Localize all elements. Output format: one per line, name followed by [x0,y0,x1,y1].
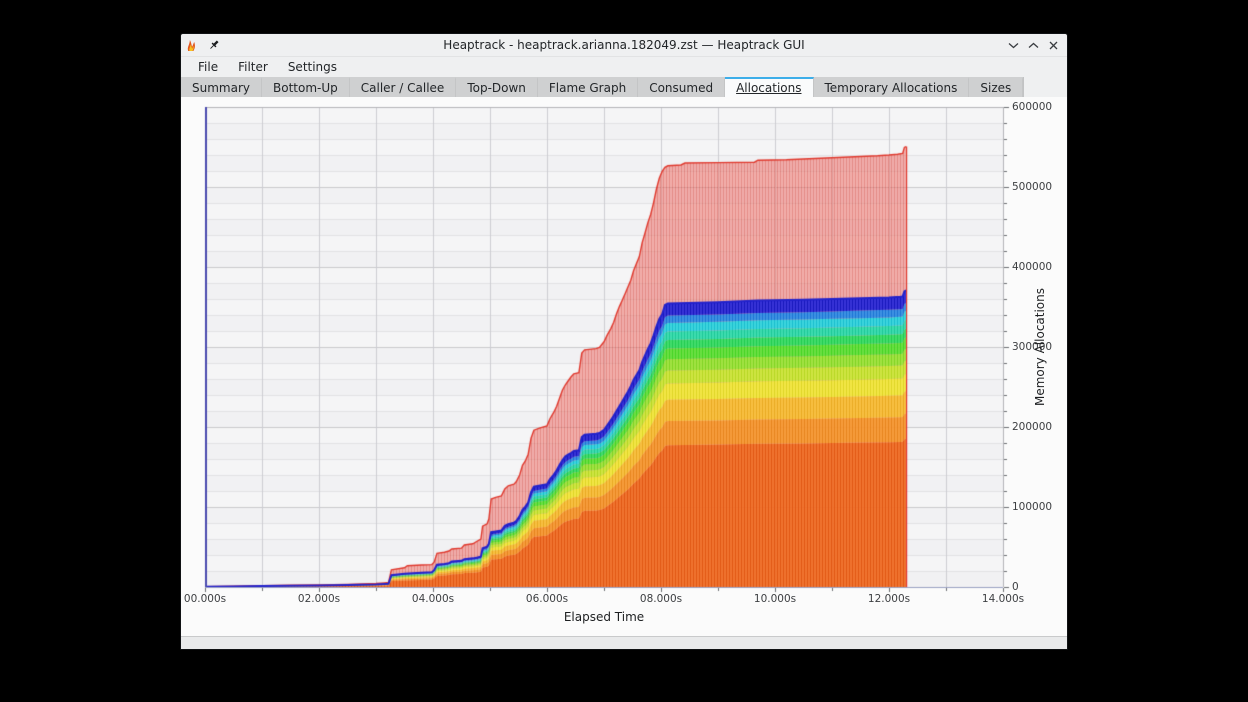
x-tick-label: 06.000s [526,593,568,605]
x-tick-label: 02.000s [298,593,340,605]
y-tick-label: 0 [1012,581,1019,593]
tab-temporary-allocations[interactable]: Temporary Allocations [814,77,970,97]
minimize-button[interactable] [1006,38,1020,52]
tab-top-down[interactable]: Top-Down [456,77,538,97]
menu-item-filter[interactable]: Filter [229,58,277,76]
tab-label: Sizes [980,81,1011,95]
heaptrack-app-icon [186,39,198,52]
close-icon [1049,41,1058,50]
tab-label: Bottom-Up [273,81,338,95]
tab-label: Allocations [736,81,801,95]
y-tick-label: 500000 [1012,181,1052,193]
status-strip [181,636,1067,649]
chevron-down-icon [1008,42,1019,49]
y-tick-label: 200000 [1012,421,1052,433]
x-tick-label: 08.000s [640,593,682,605]
tab-bottom-up[interactable]: Bottom-Up [262,77,350,97]
close-button[interactable] [1046,38,1060,52]
y-tick-label: 100000 [1012,501,1052,513]
y-tick-label: 600000 [1012,101,1052,113]
titlebar[interactable]: Heaptrack - heaptrack.arianna.182049.zst… [181,34,1067,57]
x-tick-label: 00.000s [184,593,226,605]
menubar: FileFilterSettings [181,57,1067,77]
tab-label: Top-Down [467,81,526,95]
menu-item-file[interactable]: File [189,58,227,76]
x-tick-label: 10.000s [754,593,796,605]
desktop-background: Heaptrack - heaptrack.arianna.182049.zst… [0,0,1248,702]
tab-summary[interactable]: Summary [181,77,262,97]
tab-group: Summary Bottom-Up Caller / Callee Top-Down F… [181,77,1024,97]
y-axis-title: Memory Allocations [1033,288,1047,406]
tab-allocations[interactable]: Allocations [725,77,813,97]
tabbar: Summary Bottom-Up Caller / Callee Top-Down F… [181,77,1067,97]
tab-caller-callee[interactable]: Caller / Callee [350,77,457,97]
window-title: Heaptrack - heaptrack.arianna.182049.zst… [181,38,1067,52]
x-tick-label: 12.000s [868,593,910,605]
x-tick-label: 04.000s [412,593,454,605]
tab-label: Consumed [649,81,713,95]
maximize-button[interactable] [1026,38,1040,52]
tab-label: Temporary Allocations [825,81,958,95]
allocations-chart-canvas[interactable] [181,97,1067,636]
tab-sizes[interactable]: Sizes [969,77,1023,97]
chevron-up-icon [1028,42,1039,49]
window-controls [1006,38,1067,52]
tab-label: Caller / Callee [361,81,445,95]
tab-flame-graph[interactable]: Flame Graph [538,77,638,97]
tab-label: Summary [192,81,250,95]
menu-item-settings[interactable]: Settings [279,58,346,76]
heaptrack-window: Heaptrack - heaptrack.arianna.182049.zst… [180,33,1068,650]
x-axis-title: Elapsed Time [564,610,644,624]
x-tick-label: 14.000s [982,593,1024,605]
y-tick-label: 400000 [1012,261,1052,273]
tab-label: Flame Graph [549,81,626,95]
pin-icon[interactable] [208,39,220,51]
allocations-chart-pane: 00.000s 02.000s 04.000s 06.000s 08.000s 10.00… [181,97,1067,636]
tab-consumed[interactable]: Consumed [638,77,725,97]
